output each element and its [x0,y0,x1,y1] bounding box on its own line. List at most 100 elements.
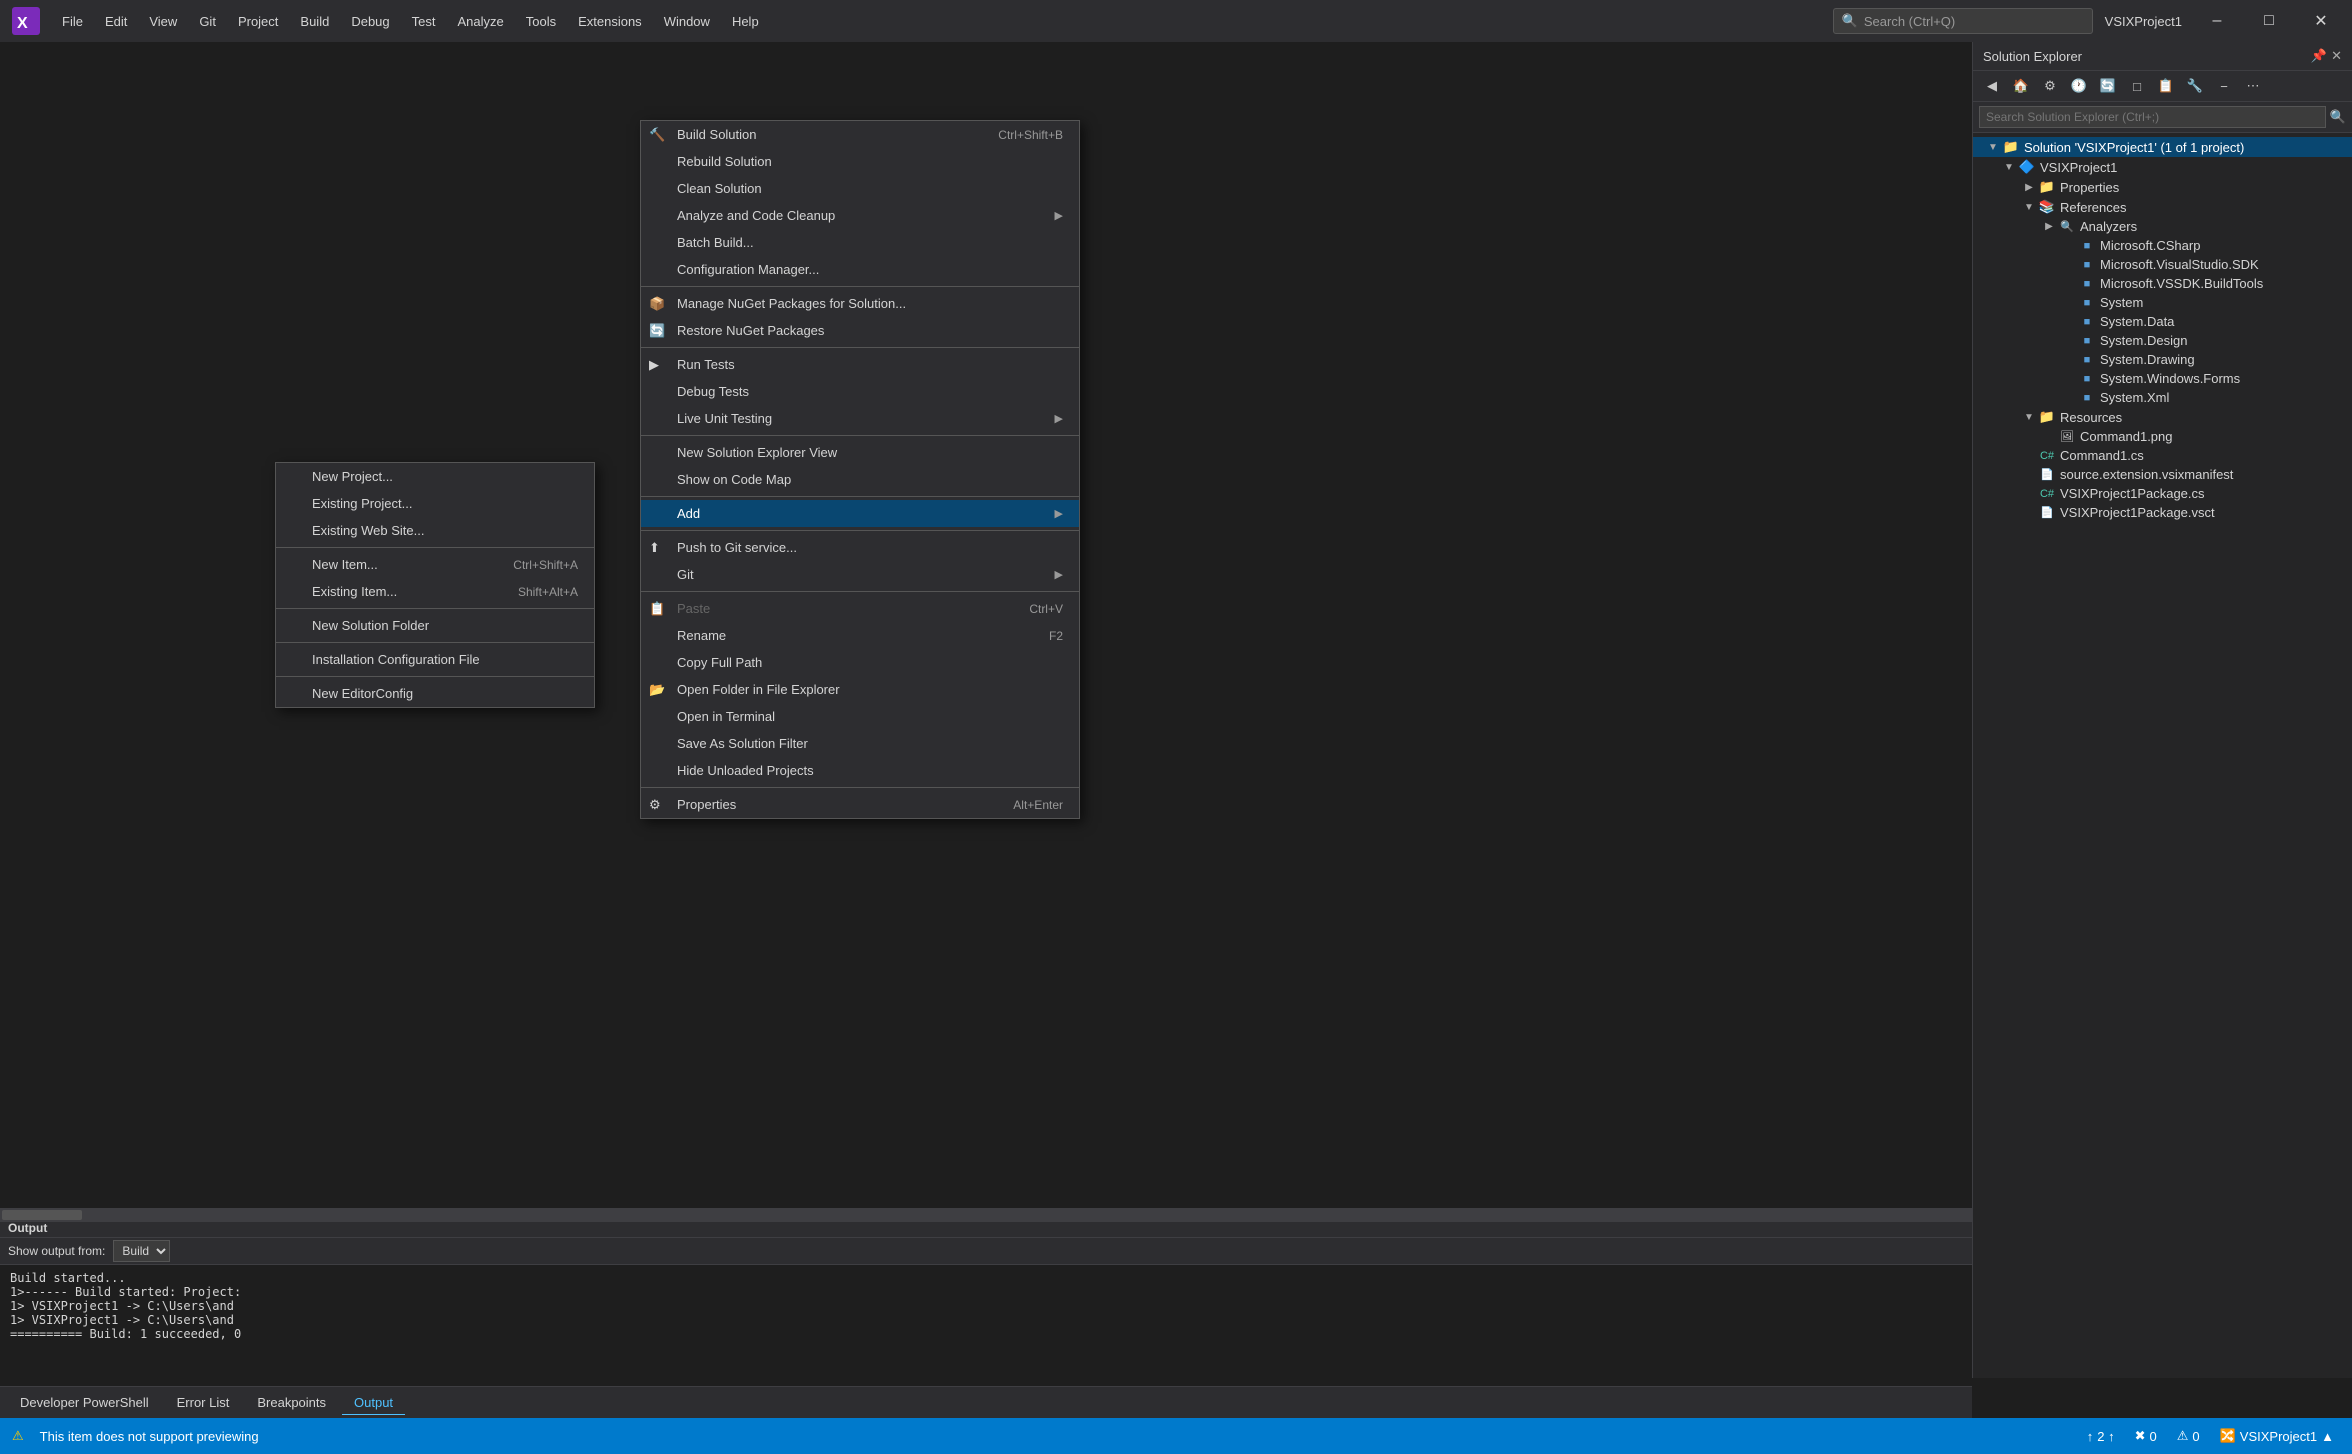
toolbar-more[interactable]: ⋯ [2240,74,2266,98]
tree-vsixmanifest[interactable]: 📄 source.extension.vsixmanifest [1973,465,2352,484]
project-label: VSIXProject1 [2040,160,2117,175]
logo-icon: X [12,7,40,35]
menu-new-item[interactable]: New Item... Ctrl+Shift+A [276,551,594,578]
menu-save-filter[interactable]: Save As Solution Filter [641,730,1079,757]
toolbar-time[interactable]: 🕐 [2066,74,2092,98]
menu-analyze-cleanup[interactable]: Analyze and Code Cleanup ▶ [641,202,1079,229]
toolbar-sync[interactable]: 🔄 [2095,74,2121,98]
maximize-button[interactable]: □ [2246,5,2292,37]
toolbar-view[interactable]: □ [2124,74,2150,98]
status-errors[interactable]: ✖ 0 [2129,1426,2163,1446]
menu-live-unit-testing[interactable]: Live Unit Testing ▶ [641,405,1079,432]
menu-existing-project[interactable]: Existing Project... [276,490,594,517]
menu-git[interactable]: Git ▶ [641,561,1079,588]
menu-view[interactable]: View [139,10,187,33]
toolbar-props[interactable]: 🔧 [2182,74,2208,98]
menu-help[interactable]: Help [722,10,769,33]
tree-microsoft-vs-sdk[interactable]: ■ Microsoft.VisualStudio.SDK [1973,255,2352,274]
tree-solution[interactable]: ▼ 📁 Solution 'VSIXProject1' (1 of 1 proj… [1973,137,2352,157]
menu-paste[interactable]: 📋 Paste Ctrl+V [641,595,1079,622]
menu-run-tests[interactable]: ▶ Run Tests [641,351,1079,378]
tree-analyzers[interactable]: ▶ 🔍 Analyzers [1973,217,2352,236]
tree-command1-cs[interactable]: C# Command1.cs [1973,446,2352,465]
menu-batch-build[interactable]: Batch Build... [641,229,1079,256]
toolbar-settings[interactable]: ⚙ [2037,74,2063,98]
tree-system-xml[interactable]: ■ System.Xml [1973,388,2352,407]
menu-properties[interactable]: ⚙ Properties Alt+Enter [641,791,1079,818]
menu-rename[interactable]: Rename F2 [641,622,1079,649]
menu-config-manager[interactable]: Configuration Manager... [641,256,1079,283]
menu-show-codemap[interactable]: Show on Code Map [641,466,1079,493]
menu-restore-nuget[interactable]: 🔄 Restore NuGet Packages [641,317,1079,344]
menu-debug-tests[interactable]: Debug Tests [641,378,1079,405]
output-line-4: 1> VSIXProject1 -> C:\Users\and [10,1313,1962,1327]
menu-push-git[interactable]: ⬆ Push to Git service... [641,534,1079,561]
menu-open-folder[interactable]: 📂 Open Folder in File Explorer [641,676,1079,703]
menu-open-terminal[interactable]: Open in Terminal [641,703,1079,730]
menu-install-config[interactable]: Installation Configuration File [276,646,594,673]
panel-close-icon[interactable]: ✕ [2331,48,2342,64]
menu-rebuild-solution[interactable]: Rebuild Solution [641,148,1079,175]
horizontal-scrollbar[interactable] [0,1208,1972,1222]
status-line-col[interactable]: ↑ 2 ↑ [2081,1427,2121,1446]
tree-system-drawing[interactable]: ■ System.Drawing [1973,350,2352,369]
tree-package-vsct[interactable]: 📄 VSIXProject1Package.vsct [1973,503,2352,522]
minimize-button[interactable]: – [2194,5,2240,37]
tab-error-list[interactable]: Error List [165,1391,242,1414]
tree-resources[interactable]: ▼ 📁 Resources [1973,407,2352,427]
menu-build-solution[interactable]: 🔨 Build Solution Ctrl+Shift+B [641,121,1079,148]
menu-window[interactable]: Window [654,10,720,33]
tab-breakpoints[interactable]: Breakpoints [245,1391,338,1414]
menu-new-editorconfig[interactable]: New EditorConfig [276,680,594,707]
status-warnings[interactable]: ⚠ 0 [2171,1426,2206,1446]
tab-developer-powershell[interactable]: Developer PowerShell [8,1391,161,1414]
pin-icon[interactable]: 📌 [2311,48,2327,64]
scroll-thumb[interactable] [2,1210,82,1220]
menu-copy-path[interactable]: Copy Full Path [641,649,1079,676]
menu-git[interactable]: Git [189,10,226,33]
tree-microsoft-vssdk-buildtools[interactable]: ■ Microsoft.VSSDK.BuildTools [1973,274,2352,293]
menu-file[interactable]: File [52,10,93,33]
install-config-label: Installation Configuration File [312,652,480,667]
tree-system-design[interactable]: ■ System.Design [1973,331,2352,350]
tree-properties[interactable]: ▶ 📁 Properties [1973,177,2352,197]
menu-manage-nuget[interactable]: 📦 Manage NuGet Packages for Solution... [641,290,1079,317]
tree-system-data[interactable]: ■ System.Data [1973,312,2352,331]
tab-output[interactable]: Output [342,1391,405,1415]
tree-package-cs[interactable]: C# VSIXProject1Package.cs [1973,484,2352,503]
toolbar-back[interactable]: ◀ [1979,74,2005,98]
menu-analyze[interactable]: Analyze [447,10,513,33]
menu-new-solution-folder[interactable]: New Solution Folder [276,612,594,639]
menu-extensions[interactable]: Extensions [568,10,652,33]
sep-2 [641,347,1079,348]
menu-test[interactable]: Test [402,10,446,33]
menu-new-solution-view[interactable]: New Solution Explorer View [641,439,1079,466]
close-button[interactable]: ✕ [2298,5,2344,37]
search-box[interactable]: 🔍 Search (Ctrl+Q) [1833,8,2093,34]
menu-edit[interactable]: Edit [95,10,137,33]
menu-existing-item[interactable]: Existing Item... Shift+Alt+A [276,578,594,605]
menu-project[interactable]: Project [228,10,288,33]
menu-clean-solution[interactable]: Clean Solution [641,175,1079,202]
status-message: This item does not support previewing [40,1429,259,1444]
solution-search-input[interactable] [1979,106,2326,128]
toolbar-home[interactable]: 🏠 [2008,74,2034,98]
menu-debug[interactable]: Debug [341,10,399,33]
menu-build[interactable]: Build [290,10,339,33]
menu-existing-website[interactable]: Existing Web Site... [276,517,594,544]
menu-add[interactable]: Add ▶ [641,500,1079,527]
toolbar-copy[interactable]: 📋 [2153,74,2179,98]
output-source-select[interactable]: Build [113,1240,170,1262]
menu-tools[interactable]: Tools [516,10,566,33]
tree-microsoft-csharp[interactable]: ■ Microsoft.CSharp [1973,236,2352,255]
status-branch[interactable]: 🔀 VSIXProject1 ▲ [2214,1426,2340,1446]
menu-new-project[interactable]: New Project... [276,463,594,490]
tree-references[interactable]: ▼ 📚 References [1973,197,2352,217]
output-title: Output [8,1221,47,1235]
tree-command1-png[interactable]: 🖼 Command1.png [1973,427,2352,446]
menu-hide-unloaded[interactable]: Hide Unloaded Projects [641,757,1079,784]
tree-project[interactable]: ▼ 🔷 VSIXProject1 [1973,157,2352,177]
toolbar-minus[interactable]: − [2211,74,2237,98]
tree-system-winforms[interactable]: ■ System.Windows.Forms [1973,369,2352,388]
tree-system[interactable]: ■ System [1973,293,2352,312]
